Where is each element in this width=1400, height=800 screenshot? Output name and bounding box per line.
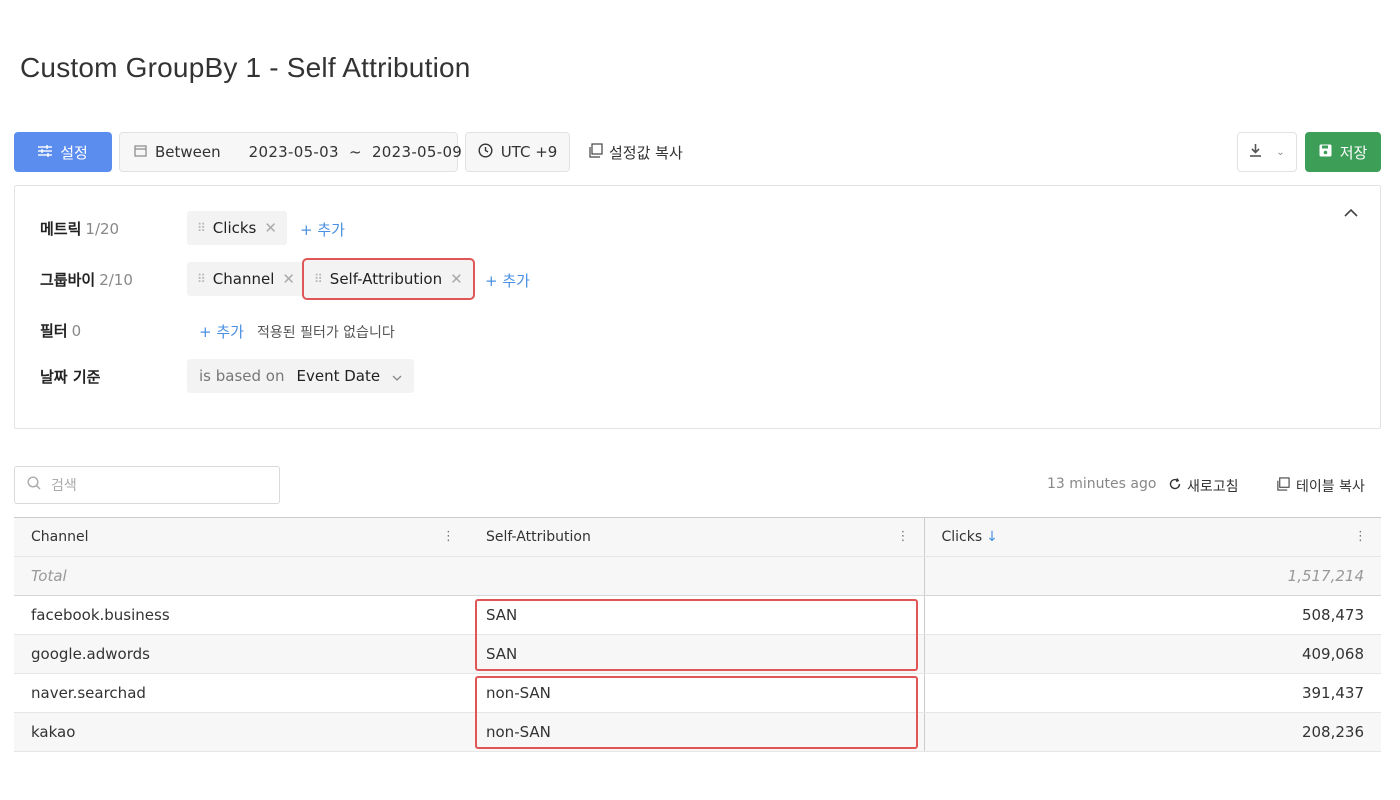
table-header-row: Channel ⋮ Self-Attribution ⋮ Clicks ↓ ⋮ <box>14 517 1381 557</box>
attribution-cell: non-SAN <box>469 712 924 752</box>
channel-cell: google.adwords <box>14 634 469 674</box>
search-input[interactable]: 검색 <box>14 466 280 504</box>
no-filter-note: 적용된 필터가 없습니다 <box>257 325 395 341</box>
metric-label-text: 메트릭 <box>40 220 82 238</box>
sliders-icon <box>38 143 53 161</box>
clicks-cell: 409,068 <box>923 634 1381 674</box>
column-header-self-attribution[interactable]: Self-Attribution ⋮ <box>469 517 924 557</box>
chevron-down-icon <box>392 367 402 385</box>
drag-handle-icon[interactable]: ⠿ <box>197 272 206 286</box>
channel-cell: naver.searchad <box>14 673 469 713</box>
table-row[interactable]: facebook.business SAN 508,473 <box>14 595 1381 635</box>
date-basis-select[interactable]: is based on Event Date <box>187 359 415 393</box>
chip-label: Self-Attribution <box>329 270 443 288</box>
filter-count: 0 <box>71 322 82 340</box>
more-vertical-icon[interactable]: ⋮ <box>442 529 455 544</box>
clock-icon <box>478 142 493 162</box>
channel-cell: facebook.business <box>14 595 469 635</box>
table-row[interactable]: kakao non-SAN 208,236 <box>14 712 1381 752</box>
column-label: Self-Attribution <box>486 529 591 545</box>
copy-icon <box>1276 477 1290 495</box>
chip-label: Channel <box>212 270 275 288</box>
drag-handle-icon[interactable]: ⠿ <box>197 221 206 235</box>
more-vertical-icon[interactable]: ⋮ <box>1354 529 1367 544</box>
channel-cell: kakao <box>14 712 469 752</box>
settings-button[interactable]: 설정 <box>14 132 112 172</box>
timezone-value: UTC +9 <box>500 143 558 161</box>
add-groupby-button[interactable]: + 추가 <box>485 270 530 291</box>
attribution-cell: SAN <box>469 634 924 674</box>
copy-settings-button[interactable]: 설정값 복사 <box>588 132 698 172</box>
add-metric-button[interactable]: + 추가 <box>300 219 345 240</box>
date-basis-label: 날짜 기준 <box>40 368 101 386</box>
settings-label: 설정 <box>60 143 88 162</box>
attribution-cell: SAN <box>469 595 924 635</box>
total-label: Total <box>14 556 469 596</box>
toolbar: 설정 Between 2023-05-03 ~ 2023-05-09 UTC +… <box>14 132 1381 172</box>
total-empty-cell <box>469 556 924 596</box>
copy-icon <box>588 142 603 162</box>
groupby-label: 그룹바이 2/10 <box>40 269 133 290</box>
groupby-chip-self-attribution[interactable]: ⠿ Self-Attribution ✕ <box>302 258 475 300</box>
close-icon[interactable]: ✕ <box>282 270 295 288</box>
chevron-up-icon[interactable] <box>1344 202 1358 221</box>
chevron-down-icon: ⌄ <box>1276 146 1285 158</box>
refresh-icon <box>1169 478 1181 494</box>
refresh-button[interactable]: 새로고침 <box>1169 476 1239 496</box>
groupby-chip-channel[interactable]: ⠿ Channel ✕ <box>187 262 305 296</box>
close-icon[interactable]: ✕ <box>264 219 277 237</box>
filter-label: 필터 0 <box>40 320 81 341</box>
total-row: Total 1,517,214 <box>14 556 1381 596</box>
table-row[interactable]: naver.searchad non-SAN 391,437 <box>14 673 1381 713</box>
clicks-cell: 508,473 <box>923 595 1381 635</box>
search-placeholder: 검색 <box>51 478 77 494</box>
column-header-clicks[interactable]: Clicks ↓ ⋮ <box>923 517 1381 557</box>
download-icon <box>1249 143 1262 161</box>
calendar-icon <box>134 143 147 161</box>
filter-label-text: 필터 <box>40 322 68 340</box>
column-header-channel[interactable]: Channel ⋮ <box>14 517 469 557</box>
metric-chip-clicks[interactable]: ⠿ Clicks ✕ <box>187 211 287 245</box>
date-basis-prefix: is based on <box>199 367 285 385</box>
search-icon <box>27 476 41 494</box>
floppy-disk-icon <box>1319 143 1332 161</box>
save-button[interactable]: 저장 <box>1305 132 1381 172</box>
chip-label: Clicks <box>212 219 257 237</box>
groupby-count: 2/10 <box>99 271 133 289</box>
download-button[interactable]: ⌄ <box>1237 132 1297 172</box>
copy-table-button[interactable]: 테이블 복사 <box>1276 476 1365 496</box>
sort-descending-icon[interactable]: ↓ <box>986 529 998 545</box>
groupby-label-text: 그룹바이 <box>40 271 96 289</box>
clicks-cell: 391,437 <box>923 673 1381 713</box>
copy-table-label: 테이블 복사 <box>1296 479 1365 495</box>
total-clicks: 1,517,214 <box>923 556 1381 596</box>
drag-handle-icon[interactable]: ⠿ <box>314 272 323 286</box>
column-label: Channel <box>31 529 89 545</box>
date-range-picker[interactable]: Between 2023-05-03 ~ 2023-05-09 <box>119 132 462 172</box>
table-row[interactable]: google.adwords SAN 409,068 <box>14 634 1381 674</box>
column-label: Clicks <box>941 529 983 545</box>
date-basis-value: Event Date <box>296 367 381 385</box>
timezone-button[interactable]: UTC +9 <box>465 132 570 172</box>
results-table: Channel ⋮ Self-Attribution ⋮ Clicks ↓ ⋮ Tota… <box>14 517 1381 752</box>
last-updated: 13 minutes ago <box>1047 476 1157 492</box>
close-icon[interactable]: ✕ <box>450 270 463 288</box>
metric-count: 1/20 <box>85 220 120 238</box>
metric-label: 메트릭 1/20 <box>40 218 119 239</box>
refresh-label: 새로고침 <box>1187 479 1239 495</box>
date-mode: Between <box>155 143 221 161</box>
clicks-cell: 208,236 <box>923 712 1381 752</box>
query-settings-panel: 메트릭 1/20 ⠿ Clicks ✕ + 추가 그룹바이 2/10 ⠿ Chann… <box>14 185 1381 429</box>
attribution-cell: non-SAN <box>469 673 924 713</box>
date-range-value: 2023-05-03 ~ 2023-05-09 <box>248 143 463 161</box>
page-title: Custom GroupBy 1 - Self Attribution <box>20 52 471 83</box>
more-vertical-icon[interactable]: ⋮ <box>897 529 910 544</box>
copy-settings-label: 설정값 복사 <box>609 143 683 162</box>
save-label: 저장 <box>1339 143 1368 162</box>
add-filter-button[interactable]: + 추가 <box>199 321 244 342</box>
